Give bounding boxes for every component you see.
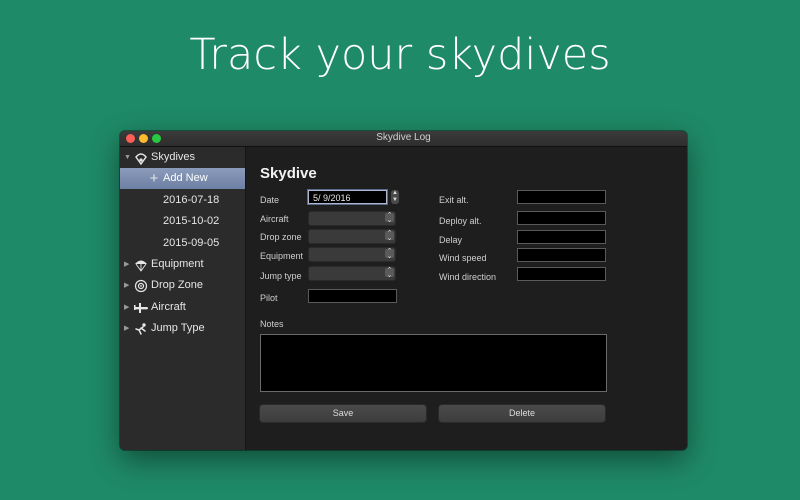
delay-field[interactable] [517,230,606,244]
sidebar-item-label: Jump Type [151,322,205,334]
equipment-label: Equipment [260,251,304,261]
deploy-alt-label: Deploy alt. [439,216,482,226]
jump-type-label: Jump type [260,271,302,281]
form-heading: Skydive [260,165,317,182]
date-field[interactable]: 5/ 9/2016 [308,190,387,204]
parachute-icon [133,254,149,275]
delay-label: Delay [439,235,463,245]
disclosure-closed-icon[interactable]: ▶ [124,275,129,296]
chevron-updown-icon: ⌃ ⌄ [385,230,394,242]
sidebar: ▼ Skydives + Add New 2016-07-18 2015-10-… [120,147,246,450]
drop-zone-label: Drop zone [260,232,302,242]
sidebar-item-date[interactable]: 2015-10-02 [120,211,245,232]
wind-speed-field[interactable] [517,248,606,262]
sidebar-item-add-new[interactable]: + Add New [120,168,245,189]
sidebar-item-label: 2015-09-05 [163,237,220,249]
exit-alt-label: Exit alt. [439,195,469,205]
disclosure-open-icon[interactable]: ▼ [124,147,131,168]
notes-textarea[interactable] [260,334,607,392]
aircraft-popup[interactable]: ⌃ ⌄ [308,211,396,226]
sidebar-item-date[interactable]: 2016-07-18 [120,190,245,211]
detail-pane: Skydive Date 5/ 9/2016 ▲ ▼ Aircraft ⌃ ⌄ Dr… [246,147,687,450]
delete-button[interactable]: Delete [439,405,605,422]
pilot-field[interactable] [308,289,397,303]
wind-speed-label: Wind speed [439,253,487,263]
sidebar-item-skydives[interactable]: ▼ Skydives [120,147,245,168]
target-icon [133,275,149,296]
title-bar[interactable]: Skydive Log [120,131,687,147]
date-stepper[interactable]: ▲ ▼ [391,190,399,204]
exit-alt-field[interactable] [517,190,606,204]
pilot-label: Pilot [260,293,278,303]
sidebar-item-drop-zone[interactable]: ▶ Drop Zone [120,275,245,296]
notes-label: Notes [260,319,284,329]
sidebar-item-label: Drop Zone [151,279,203,291]
sidebar-item-label: Add New [163,172,208,184]
disclosure-closed-icon[interactable]: ▶ [124,297,129,318]
sidebar-item-label: Skydives [151,151,196,163]
airplane-icon [133,297,149,318]
aircraft-label: Aircraft [260,214,289,224]
equipment-popup[interactable]: ⌃ ⌄ [308,247,396,262]
wind-direction-field[interactable] [517,267,606,281]
chevron-updown-icon: ⌃ ⌄ [385,267,394,279]
sidebar-item-jump-type[interactable]: ▶ Jump Type [120,318,245,339]
jumper-icon [133,318,149,339]
parachutist-icon [133,147,149,168]
sidebar-item-equipment[interactable]: ▶ Equipment [120,254,245,275]
drop-zone-popup[interactable]: ⌃ ⌄ [308,229,396,244]
save-button[interactable]: Save [260,405,426,422]
window-title: Skydive Log [376,132,431,143]
sidebar-item-label: 2016-07-18 [163,194,220,206]
app-window: Skydive Log ▼ Skydives + Add New 2016-07… [120,131,687,450]
headline: Track your skydives [189,30,611,80]
chevron-updown-icon: ⌃ ⌄ [385,212,394,224]
plus-icon: + [149,170,159,187]
deploy-alt-field[interactable] [517,211,606,225]
sidebar-item-date[interactable]: 2015-09-05 [120,233,245,254]
date-label: Date [260,195,280,205]
disclosure-closed-icon[interactable]: ▶ [124,318,129,339]
sidebar-item-label: Aircraft [151,301,186,313]
disclosure-closed-icon[interactable]: ▶ [124,254,129,275]
sidebar-item-label: Equipment [151,258,204,270]
jump-type-popup[interactable]: ⌃ ⌄ [308,266,396,281]
wind-direction-label: Wind direction [439,272,497,282]
sidebar-item-aircraft[interactable]: ▶ Aircraft [120,297,245,318]
sidebar-item-label: 2015-10-02 [163,215,220,227]
chevron-updown-icon: ⌃ ⌄ [385,248,394,260]
